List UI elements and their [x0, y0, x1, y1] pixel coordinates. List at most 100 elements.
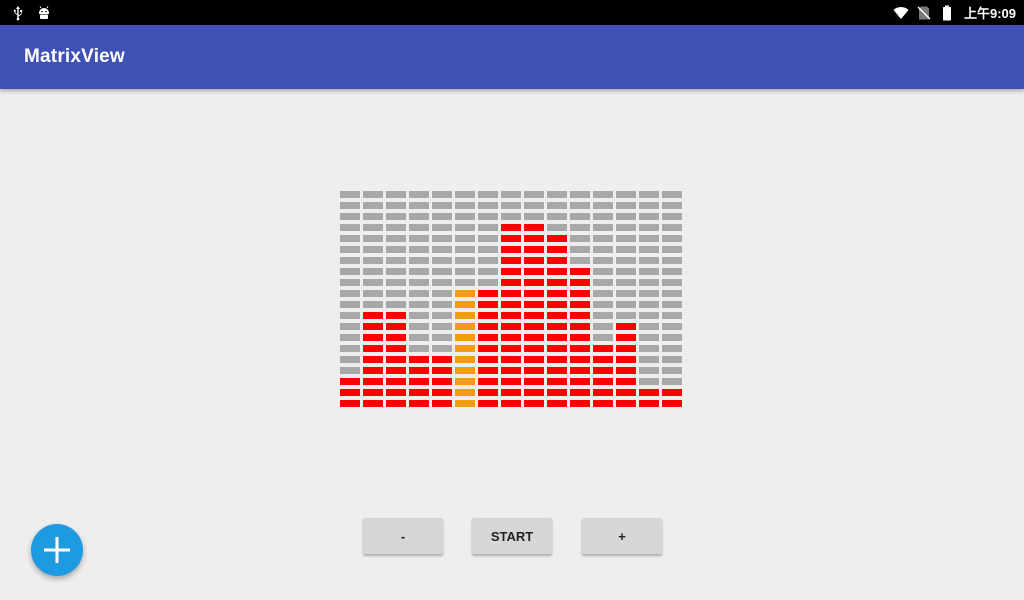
- matrix-cell: [501, 378, 521, 385]
- matrix-cell: [639, 367, 659, 374]
- matrix-cell: [478, 191, 498, 198]
- matrix-cell: [478, 279, 498, 286]
- matrix-cell: [432, 301, 452, 308]
- matrix-cell: [570, 257, 590, 264]
- wifi-icon: [893, 6, 909, 19]
- plus-icon: [44, 537, 70, 563]
- matrix-cell: [662, 389, 682, 396]
- matrix-cell: [478, 246, 498, 253]
- matrix-cell: [340, 334, 360, 341]
- matrix-cell: [455, 191, 475, 198]
- matrix-cell: [593, 191, 613, 198]
- matrix-cell: [501, 235, 521, 242]
- matrix-cell: [639, 224, 659, 231]
- matrix-cell: [432, 268, 452, 275]
- matrix-cell: [616, 224, 636, 231]
- decrease-button[interactable]: -: [363, 518, 443, 554]
- increase-button[interactable]: +: [582, 518, 662, 554]
- matrix-cell: [432, 290, 452, 297]
- matrix-cell: [363, 290, 383, 297]
- start-button[interactable]: START: [472, 518, 552, 554]
- add-fab-button[interactable]: [31, 524, 83, 576]
- matrix-cell: [386, 334, 406, 341]
- matrix-cell: [386, 213, 406, 220]
- matrix-cell: [340, 202, 360, 209]
- matrix-cell: [501, 224, 521, 231]
- matrix-cell: [478, 378, 498, 385]
- matrix-cell: [386, 312, 406, 319]
- matrix-cell: [501, 268, 521, 275]
- matrix-cell: [616, 301, 636, 308]
- matrix-cell: [478, 257, 498, 264]
- matrix-cell: [409, 268, 429, 275]
- matrix-cell: [639, 290, 659, 297]
- matrix-cell: [547, 279, 567, 286]
- matrix-cell: [478, 367, 498, 374]
- matrix-cell: [386, 290, 406, 297]
- matrix-cell: [639, 191, 659, 198]
- matrix-cell: [501, 356, 521, 363]
- matrix-cell: [570, 312, 590, 319]
- matrix-cell: [409, 202, 429, 209]
- matrix-cell: [363, 224, 383, 231]
- matrix-cell: [547, 301, 567, 308]
- matrix-cell: [593, 312, 613, 319]
- matrix-cell: [455, 213, 475, 220]
- matrix-cell: [501, 290, 521, 297]
- matrix-cell: [593, 389, 613, 396]
- matrix-cell: [524, 191, 544, 198]
- matrix-cell: [386, 224, 406, 231]
- matrix-cell: [570, 213, 590, 220]
- matrix-cell: [570, 268, 590, 275]
- matrix-cell: [547, 378, 567, 385]
- matrix-cell: [409, 224, 429, 231]
- matrix-cell: [340, 323, 360, 330]
- matrix-cell: [593, 356, 613, 363]
- matrix-cell: [386, 191, 406, 198]
- matrix-cell: [340, 257, 360, 264]
- matrix-cell: [593, 279, 613, 286]
- matrix-cell: [570, 334, 590, 341]
- matrix-cell: [409, 389, 429, 396]
- matrix-cell: [432, 378, 452, 385]
- matrix-cell: [340, 268, 360, 275]
- matrix-cell: [432, 389, 452, 396]
- matrix-cell: [662, 400, 682, 407]
- matrix-cell: [478, 301, 498, 308]
- matrix-cell: [593, 224, 613, 231]
- matrix-cell: [478, 213, 498, 220]
- matrix-cell: [409, 345, 429, 352]
- matrix-cell: [639, 213, 659, 220]
- matrix-cell: [501, 389, 521, 396]
- matrix-cell: [386, 268, 406, 275]
- matrix-cell: [570, 279, 590, 286]
- matrix-cell: [501, 202, 521, 209]
- matrix-cell: [570, 224, 590, 231]
- matrix-cell: [432, 334, 452, 341]
- matrix-cell: [363, 345, 383, 352]
- matrix-cell: [455, 290, 475, 297]
- matrix-cell: [363, 389, 383, 396]
- matrix-cell: [409, 191, 429, 198]
- app-bar: MatrixView: [0, 25, 1024, 89]
- matrix-cell: [363, 400, 383, 407]
- matrix-cell: [662, 213, 682, 220]
- matrix-cell: [478, 345, 498, 352]
- matrix-cell: [432, 279, 452, 286]
- matrix-cell: [478, 400, 498, 407]
- matrix-cell: [639, 246, 659, 253]
- matrix-cell: [409, 356, 429, 363]
- matrix-cell: [570, 301, 590, 308]
- matrix-cell: [524, 400, 544, 407]
- matrix-cell: [409, 323, 429, 330]
- matrix-cell: [501, 367, 521, 374]
- matrix-cell: [593, 323, 613, 330]
- matrix-cell: [386, 378, 406, 385]
- matrix-cell: [340, 191, 360, 198]
- matrix-cell: [478, 312, 498, 319]
- matrix-cell: [363, 334, 383, 341]
- matrix-cell: [547, 356, 567, 363]
- matrix-cell: [432, 312, 452, 319]
- matrix-cell: [547, 268, 567, 275]
- matrix-cell: [616, 279, 636, 286]
